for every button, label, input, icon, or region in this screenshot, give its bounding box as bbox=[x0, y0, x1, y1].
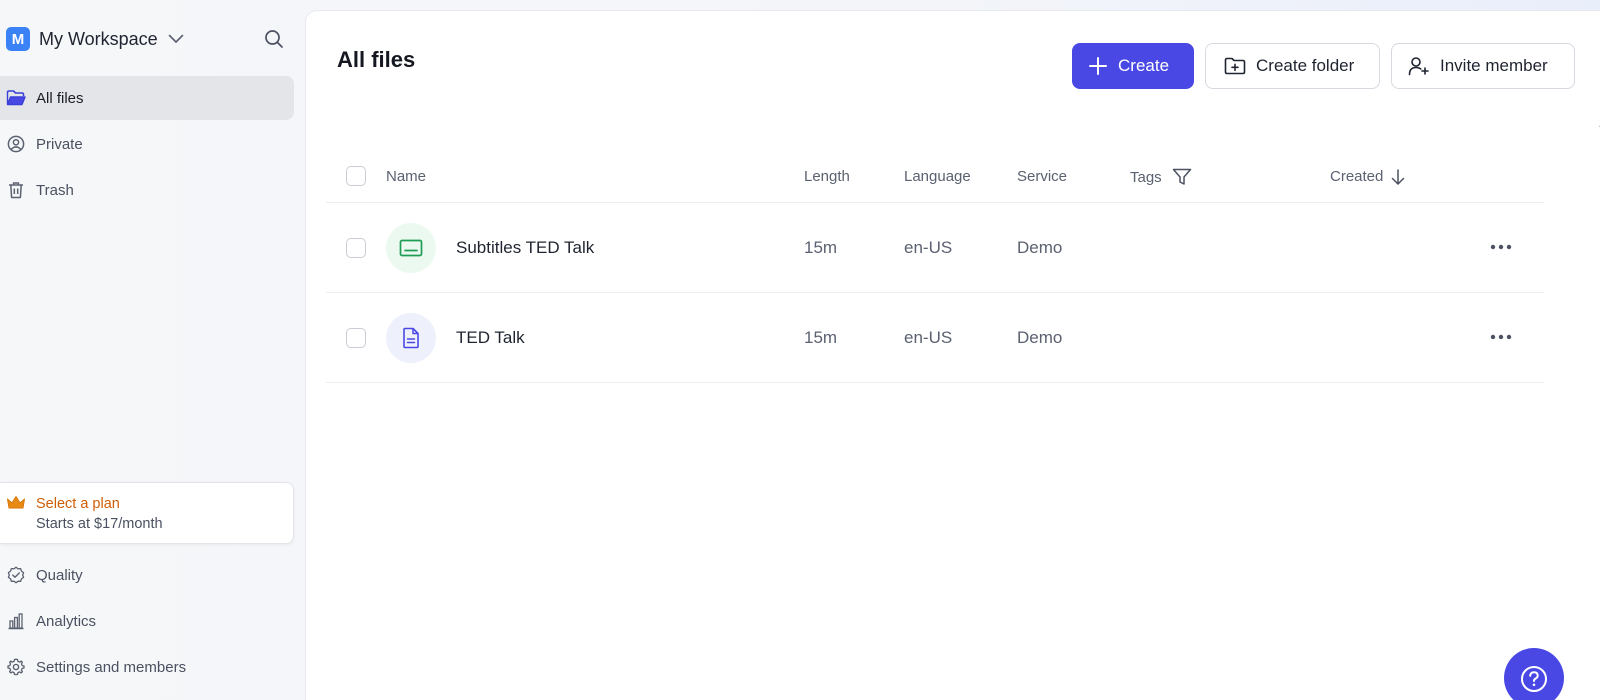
column-length[interactable]: Length bbox=[804, 168, 850, 185]
column-tags-label: Tags bbox=[1130, 168, 1162, 186]
sidebar-item-label: Quality bbox=[36, 566, 83, 584]
help-button[interactable] bbox=[1504, 648, 1564, 700]
sidebar: M My Workspace All files Private Trash S… bbox=[0, 0, 305, 700]
sidebar-item-label: All files bbox=[36, 89, 84, 107]
column-tags[interactable]: Tags bbox=[1130, 168, 1192, 186]
search-icon[interactable] bbox=[262, 27, 286, 51]
file-service: Demo bbox=[1017, 328, 1063, 347]
user-plus-icon bbox=[1408, 56, 1430, 76]
sidebar-item-label: Trash bbox=[36, 181, 74, 199]
page-title: All files bbox=[337, 47, 416, 72]
sidebar-item-analytics[interactable]: Analytics bbox=[0, 599, 294, 643]
invite-member-button[interactable]: Invite member bbox=[1391, 43, 1575, 89]
column-service[interactable]: Service bbox=[1017, 168, 1067, 185]
column-created-label: Created bbox=[1330, 168, 1384, 185]
files-table: Name Length Language Service Tags Create… bbox=[326, 151, 1544, 383]
row-checkbox[interactable] bbox=[346, 238, 366, 258]
column-language[interactable]: Language bbox=[904, 168, 971, 185]
create-folder-label: Create folder bbox=[1256, 56, 1355, 75]
arrow-down-icon[interactable] bbox=[1391, 168, 1405, 185]
table-row[interactable]: TED Talk 15m en-US Demo bbox=[326, 293, 1544, 383]
workspace-switcher[interactable]: M My Workspace bbox=[6, 26, 184, 52]
trash-icon bbox=[6, 180, 26, 200]
plus-icon bbox=[1088, 56, 1108, 76]
main-panel: All files Create Create folder Invite me… bbox=[305, 10, 1600, 700]
crown-icon bbox=[6, 495, 26, 516]
select-plan-card[interactable]: Select a plan Starts at $17/month bbox=[0, 482, 294, 544]
select-all-checkbox[interactable] bbox=[346, 166, 366, 186]
sidebar-bottom-nav: Quality Analytics Settings and members bbox=[0, 553, 294, 691]
table-row[interactable]: Subtitles TED Talk 15m en-US Demo bbox=[326, 203, 1544, 293]
file-service: Demo bbox=[1017, 238, 1063, 257]
column-created[interactable]: Created bbox=[1330, 168, 1405, 185]
bar-chart-icon bbox=[6, 611, 26, 631]
plan-subtitle: Starts at $17/month bbox=[36, 516, 163, 532]
more-options-icon[interactable] bbox=[1488, 237, 1514, 257]
invite-member-label: Invite member bbox=[1440, 56, 1548, 75]
document-icon bbox=[386, 313, 436, 363]
file-name[interactable]: TED Talk bbox=[456, 328, 525, 348]
column-name[interactable]: Name bbox=[386, 168, 426, 185]
sidebar-item-private[interactable]: Private bbox=[0, 122, 294, 166]
row-checkbox[interactable] bbox=[346, 328, 366, 348]
folder-open-icon bbox=[6, 88, 26, 108]
chevron-down-icon bbox=[168, 34, 184, 44]
workspace-name: My Workspace bbox=[39, 28, 158, 49]
sidebar-item-all-files[interactable]: All files bbox=[0, 76, 294, 120]
file-name[interactable]: Subtitles TED Talk bbox=[456, 238, 594, 258]
help-question-icon bbox=[1519, 664, 1549, 699]
workspace-badge: M bbox=[6, 27, 30, 51]
badge-check-icon bbox=[6, 565, 26, 585]
app-window: M My Workspace All files Private Trash S… bbox=[0, 0, 1600, 700]
subtitles-icon bbox=[386, 223, 436, 273]
sidebar-item-label: Settings and members bbox=[36, 658, 187, 676]
user-circle-icon bbox=[6, 134, 26, 154]
create-folder-button[interactable]: Create folder bbox=[1205, 43, 1380, 89]
sidebar-item-quality[interactable]: Quality bbox=[0, 553, 294, 597]
sidebar-nav: All files Private Trash bbox=[0, 76, 294, 214]
sidebar-item-settings[interactable]: Settings and members bbox=[0, 645, 294, 689]
file-length: 15m bbox=[804, 238, 838, 257]
file-language: en-US bbox=[904, 238, 953, 257]
filter-icon[interactable] bbox=[1172, 168, 1192, 186]
create-button[interactable]: Create bbox=[1072, 43, 1194, 89]
file-language: en-US bbox=[904, 328, 953, 347]
plan-title: Select a plan bbox=[36, 496, 120, 512]
sidebar-item-label: Private bbox=[36, 135, 83, 153]
table-header: Name Length Language Service Tags Create… bbox=[326, 151, 1544, 203]
gear-icon bbox=[6, 657, 26, 677]
more-options-icon[interactable] bbox=[1488, 327, 1514, 347]
create-button-label: Create bbox=[1118, 56, 1170, 75]
sidebar-item-label: Analytics bbox=[36, 612, 97, 630]
file-length: 15m bbox=[804, 328, 838, 347]
folder-plus-icon bbox=[1224, 57, 1246, 75]
sidebar-item-trash[interactable]: Trash bbox=[0, 168, 294, 212]
